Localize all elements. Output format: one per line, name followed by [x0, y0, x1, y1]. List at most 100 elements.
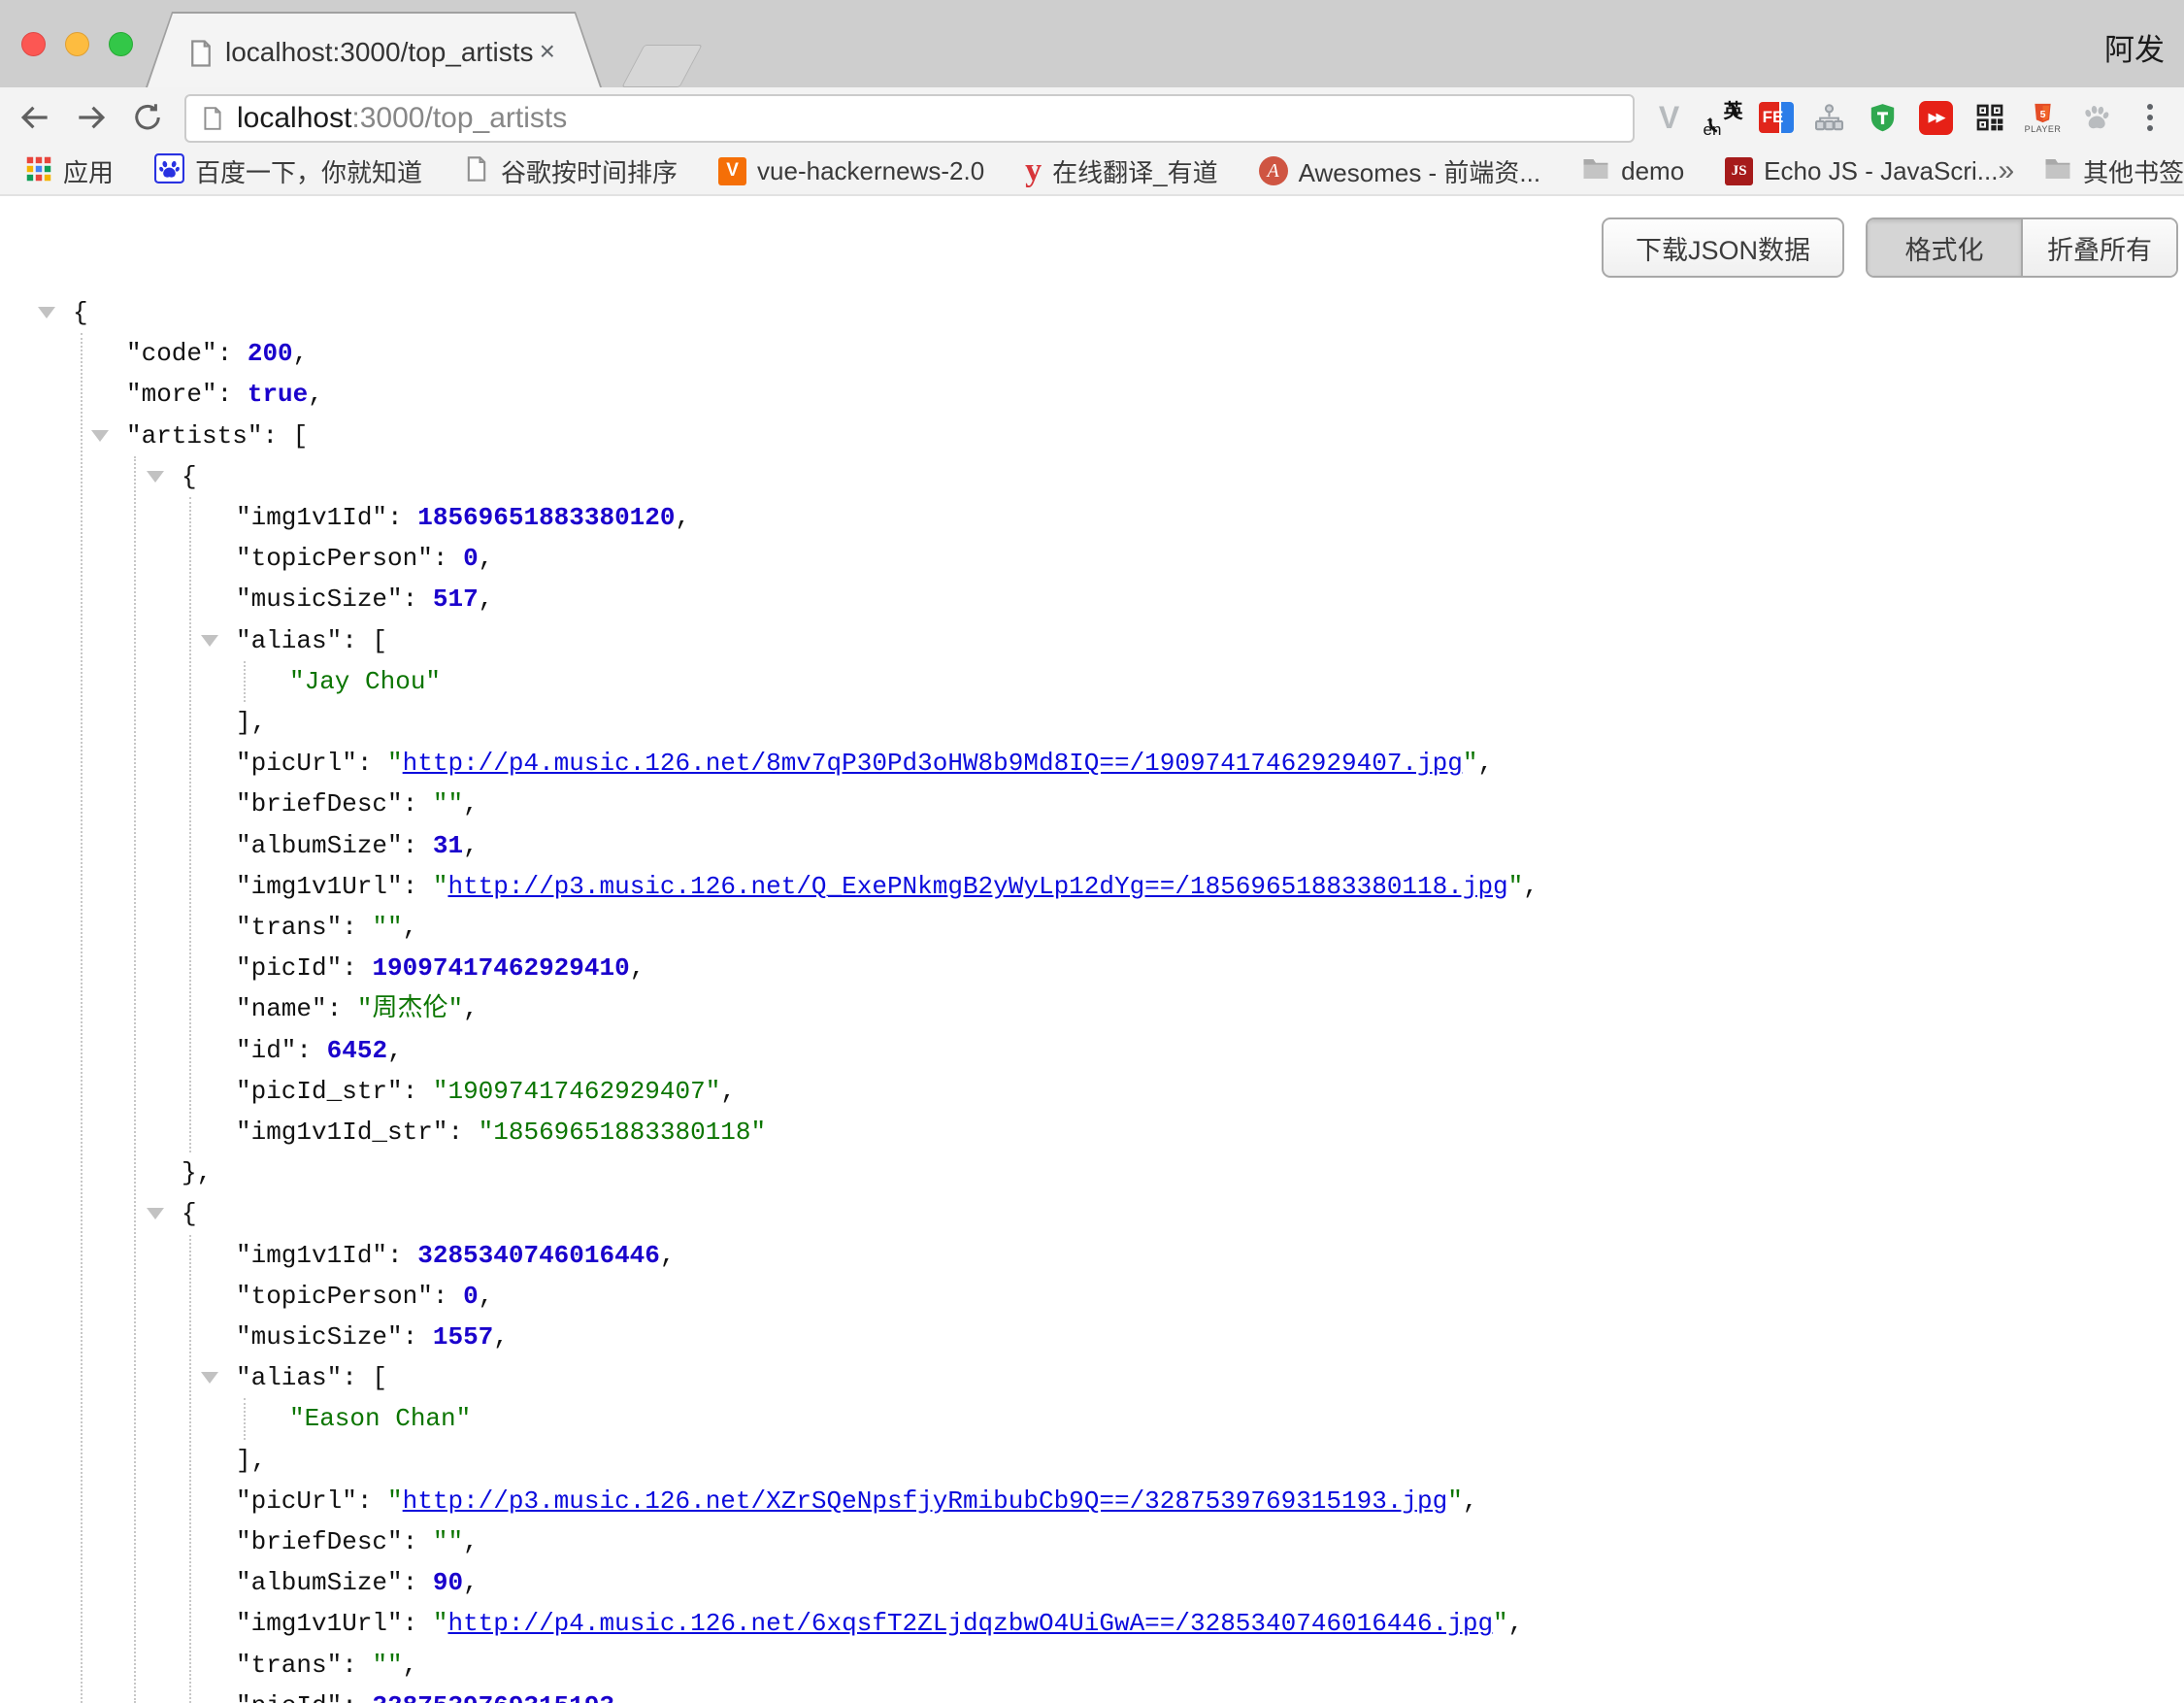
collapse-toggle-icon[interactable]	[201, 635, 218, 647]
json-punct: :	[403, 1322, 433, 1352]
address-bar[interactable]: localhost:3000/top_artists	[184, 94, 1635, 143]
json-punct: {	[182, 1199, 197, 1228]
json-punct: : [	[342, 1363, 387, 1392]
json-punct: :	[217, 339, 248, 368]
browser-toolbar: localhost:3000/top_artists V英enFE ▶▶ 5PLAY…	[0, 87, 2184, 148]
other-bookmarks-folder[interactable]: 其他书签	[2043, 153, 2184, 189]
html5-player-icon[interactable]: 5PLAYER	[2016, 91, 2069, 145]
format-button[interactable]: 格式化	[1868, 219, 2021, 276]
json-punct: :	[403, 872, 433, 901]
json-number: 3287539769315193	[372, 1691, 614, 1703]
json-punct: ,	[403, 913, 418, 942]
json-punct: : [	[342, 626, 387, 655]
download-json-button[interactable]: 下载JSON数据	[1602, 217, 1844, 278]
json-line: "musicSize": 1557,	[0, 1317, 2184, 1358]
json-line: {	[0, 456, 2184, 498]
page-icon	[200, 104, 225, 133]
page-content: {"code": 200,"more": true,"artists": [{"…	[0, 196, 2184, 1703]
shield-icon[interactable]	[1856, 91, 1909, 145]
collapse-toggle-icon[interactable]	[38, 307, 55, 318]
reload-button[interactable]	[128, 98, 167, 137]
bookmark-item[interactable]: y在线翻译_有道	[1025, 153, 1217, 189]
json-url-link[interactable]: http://p4.music.126.net/8mv7qP30Pd3oHW8b…	[403, 749, 1463, 778]
close-window-button[interactable]	[21, 32, 46, 56]
bookmark-item[interactable]: demo	[1581, 154, 1684, 188]
bookmark-item[interactable]: Vvue-hackernews-2.0	[718, 156, 984, 186]
bookmark-item[interactable]: JSEcho JS - JavaScri...	[1725, 156, 1998, 186]
json-punct: :	[403, 1609, 433, 1638]
translate-icon[interactable]: 英en	[1696, 91, 1749, 145]
json-line: "topicPerson": 0,	[0, 1276, 2184, 1318]
json-punct: },	[182, 1158, 212, 1187]
json-viewer: {"code": 200,"more": true,"artists": [{"…	[0, 196, 2184, 1703]
json-punct: {	[73, 298, 88, 327]
profile-name[interactable]: 阿发	[2104, 25, 2165, 69]
json-number: 3285340746016446	[417, 1241, 660, 1270]
collapse-toggle-icon[interactable]	[147, 1208, 164, 1219]
vue-v-icon: V	[718, 157, 746, 185]
bookmark-item[interactable]: 谷歌按时间排序	[463, 153, 678, 189]
json-key: "img1v1Id"	[236, 503, 387, 532]
json-url-link[interactable]: http://p4.music.126.net/6xqsfT2ZLjdqzbwO…	[447, 1609, 1493, 1638]
json-punct: ,	[630, 953, 645, 983]
json-punct: ,	[293, 339, 309, 368]
browser-tab[interactable]: localhost:3000/top_artists ×	[146, 12, 602, 87]
json-punct: ,	[1523, 872, 1539, 901]
json-punct: :	[403, 584, 433, 614]
json-punct: ],	[236, 708, 266, 737]
json-string-quote: "	[1508, 872, 1524, 901]
json-number: true	[248, 380, 308, 409]
collapse-toggle-icon[interactable]	[201, 1372, 218, 1384]
bookmark-label: 应用	[63, 153, 114, 189]
back-button[interactable]	[16, 98, 54, 137]
json-punct: :	[327, 994, 357, 1023]
json-punct: :	[357, 1486, 387, 1516]
sitemap-icon[interactable]	[1803, 91, 1856, 145]
json-key: "albumSize"	[236, 1568, 403, 1597]
bookmark-label: Echo JS - JavaScri...	[1764, 156, 1998, 186]
indent-guide	[244, 661, 246, 702]
menu-dots-icon[interactable]	[2123, 91, 2176, 145]
json-line: "Eason Chan"	[0, 1398, 2184, 1440]
zoom-window-button[interactable]	[109, 32, 133, 56]
json-line: "picId": 19097417462929410,	[0, 948, 2184, 989]
forward-button[interactable]	[72, 98, 111, 137]
json-key: "briefDesc"	[236, 1527, 403, 1556]
json-url-link[interactable]: http://p3.music.126.net/XZrSQeNpsfjyRmib…	[403, 1486, 1448, 1516]
new-tab-button[interactable]	[621, 45, 702, 87]
collapse-toggle-icon[interactable]	[147, 471, 164, 483]
tab-close-icon[interactable]: ×	[540, 36, 555, 67]
json-punct: : [	[262, 421, 308, 451]
extensions-row: V英enFE ▶▶ 5PLAYER	[1642, 87, 2184, 148]
json-line: "alias": [	[0, 620, 2184, 662]
json-url-link[interactable]: http://p3.music.126.net/Q_ExePNkmgB2yWyL…	[447, 872, 1507, 901]
bookmark-item[interactable]: 应用	[25, 153, 114, 189]
fast-forward-icon[interactable]: ▶▶	[1909, 91, 1963, 145]
json-line: "musicSize": 517,	[0, 579, 2184, 620]
json-punct: :	[403, 831, 433, 860]
bookmark-label: 百度一下，你就知道	[195, 153, 422, 189]
json-punct: ,	[1508, 1609, 1524, 1638]
json-line: "img1v1Id_str": "18569651883380118"	[0, 1112, 2184, 1153]
collapse-toggle-icon[interactable]	[91, 430, 109, 442]
json-line: "picUrl": "http://p3.music.126.net/XZrSQ…	[0, 1481, 2184, 1522]
json-line: {	[0, 292, 2184, 334]
qrcode-icon[interactable]	[1963, 91, 2016, 145]
json-number: 200	[248, 339, 293, 368]
json-punct: ,	[479, 584, 494, 614]
json-punct: ,	[1463, 1486, 1478, 1516]
awesomes-icon: A	[1259, 156, 1288, 185]
fehelper-icon[interactable]: FE	[1749, 91, 1803, 145]
bookmark-item[interactable]: AAwesomes - 前端资...	[1259, 153, 1540, 189]
json-punct: :	[447, 1118, 478, 1147]
vue-devtools-icon[interactable]: V	[1642, 91, 1696, 145]
paw-icon[interactable]	[2069, 91, 2123, 145]
json-key: "topicPerson"	[236, 544, 433, 573]
json-line: "briefDesc": "",	[0, 784, 2184, 825]
minimize-window-button[interactable]	[65, 32, 89, 56]
json-line: "albumSize": 31,	[0, 825, 2184, 867]
bookmarks-overflow-icon[interactable]: »	[1998, 154, 2014, 187]
indent-guide	[81, 333, 83, 1703]
collapse-all-button[interactable]: 折叠所有	[2021, 219, 2176, 276]
bookmark-item[interactable]: 百度一下，你就知道	[154, 153, 422, 189]
